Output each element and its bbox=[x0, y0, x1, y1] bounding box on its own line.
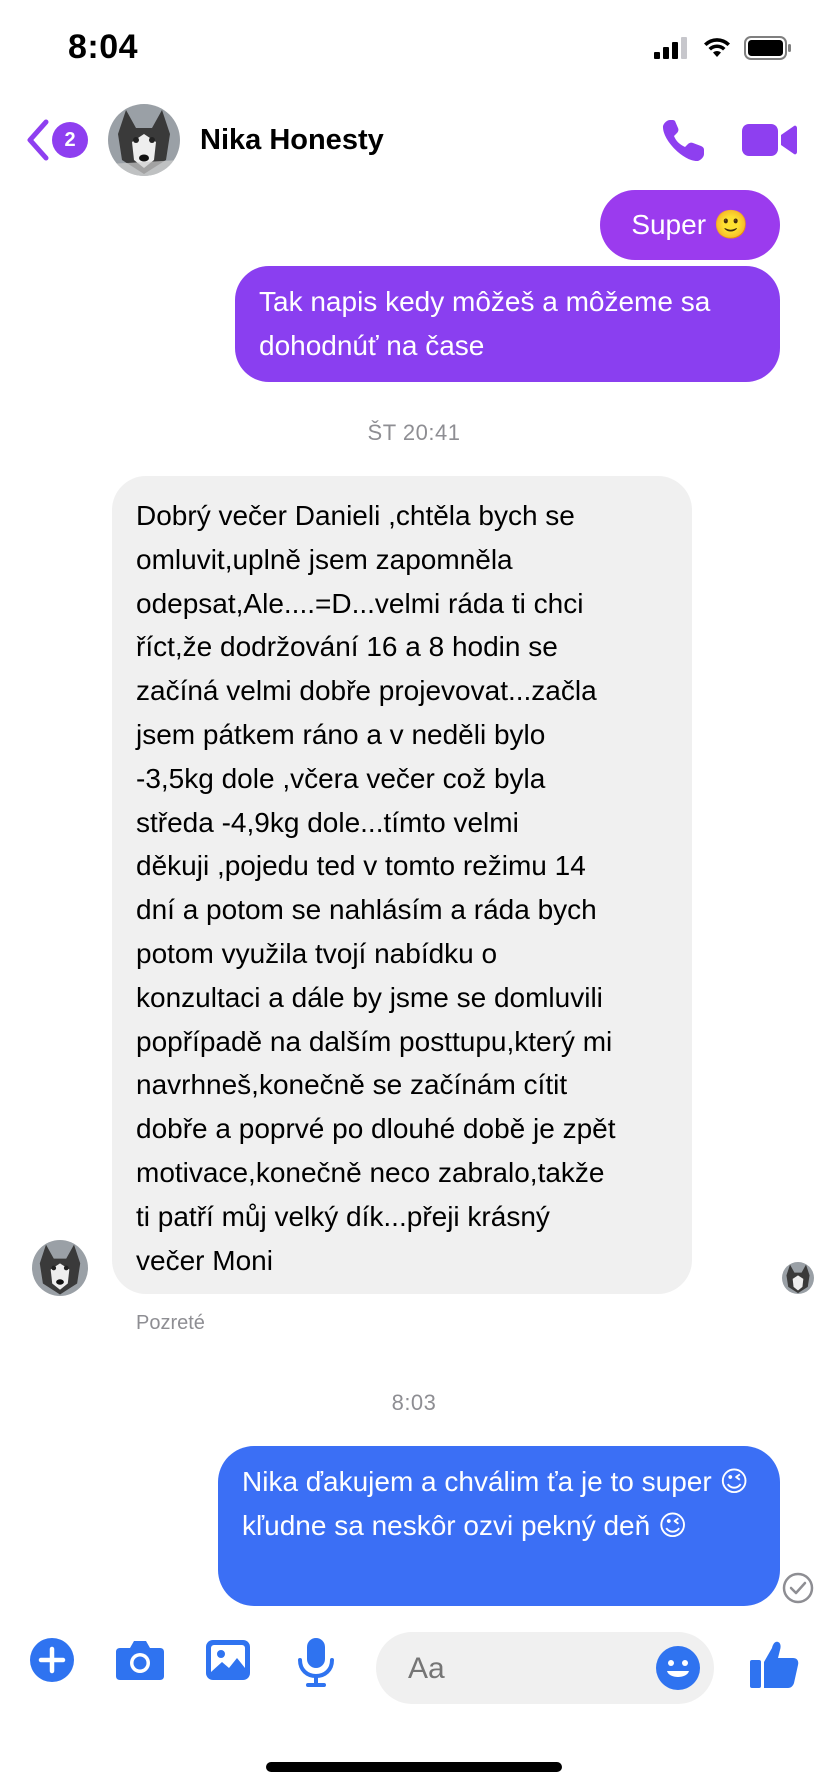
status-time: 8:04 bbox=[68, 28, 139, 66]
read-receipt-avatar bbox=[782, 1262, 814, 1294]
outgoing-message[interactable]: Super 🙂 bbox=[600, 190, 780, 260]
battery-icon bbox=[744, 36, 791, 60]
message-line: začíná velmi dobře projevovat...začla bbox=[136, 675, 597, 707]
voice-message-button[interactable] bbox=[292, 1636, 344, 1688]
status-icons bbox=[654, 36, 792, 60]
wifi-icon bbox=[704, 38, 730, 57]
more-actions-button[interactable] bbox=[28, 1636, 80, 1688]
like-button[interactable] bbox=[748, 1638, 802, 1692]
husky-avatar-icon bbox=[32, 1240, 88, 1296]
gallery-button[interactable] bbox=[204, 1636, 256, 1688]
message-input[interactable] bbox=[406, 1632, 630, 1706]
outgoing-message[interactable]: Tak napis kedy môžeš a môžeme sa dohodnú… bbox=[235, 266, 780, 382]
signal-icon bbox=[654, 37, 687, 59]
chevron-left-icon bbox=[27, 119, 49, 161]
plus-circle-icon bbox=[30, 1638, 74, 1682]
smiley-icon bbox=[656, 1646, 700, 1690]
message-line: omluvit,uplně jsem zapomněla bbox=[136, 543, 513, 575]
seen-label: Pozreté bbox=[136, 1312, 205, 1334]
message-line: děkuji ,pojedu ted v tomto režimu 14 bbox=[136, 850, 586, 882]
message-line: -3,5kg dole ,včera večer což byla bbox=[136, 762, 546, 794]
husky-avatar-icon bbox=[108, 104, 180, 176]
message-text: Nika ďakujem a chválim ťa je to super 😉 … bbox=[242, 1466, 749, 1541]
timestamp: ŠT 20:41 bbox=[367, 420, 461, 445]
message-line: popřípadě na dalším posttupu,který mi bbox=[136, 1025, 613, 1057]
message-line: potom využila tvojí nabídku o bbox=[136, 937, 498, 969]
video-camera-icon bbox=[742, 124, 797, 156]
voice-call-button[interactable] bbox=[658, 116, 708, 166]
microphone-icon bbox=[298, 1638, 334, 1687]
message-line: konzultaci a dále by jsme se domluvili bbox=[136, 981, 603, 1013]
camera-icon bbox=[116, 1641, 164, 1680]
outgoing-message[interactable]: Nika ďakujem a chválim ťa je to super 😉 … bbox=[218, 1446, 780, 1606]
contact-name[interactable]: Nika Honesty bbox=[200, 124, 384, 157]
husky-avatar-icon bbox=[782, 1262, 814, 1294]
message-line: ti patří můj velký dík...přeji krásný bbox=[136, 1200, 550, 1232]
video-call-button[interactable] bbox=[740, 118, 798, 162]
check-circle-icon bbox=[782, 1572, 814, 1604]
contact-avatar[interactable] bbox=[108, 104, 180, 176]
message-line: odepsat,Ale....=D...velmi ráda ti chci bbox=[136, 587, 584, 619]
sender-avatar[interactable] bbox=[32, 1240, 88, 1296]
phone-icon bbox=[662, 120, 704, 162]
home-indicator bbox=[266, 1762, 562, 1772]
message-line: motivace,konečně neco zabralo,takže bbox=[136, 1156, 605, 1188]
emoji-button[interactable] bbox=[654, 1644, 702, 1692]
message-line: večer Moni bbox=[136, 1244, 273, 1276]
message-line: dní a potom se nahlásím a ráda bych bbox=[136, 894, 597, 926]
message-text: Super 🙂 bbox=[631, 209, 749, 240]
message-line: dobře a poprvé po dlouhé době je zpět bbox=[136, 1113, 616, 1145]
message-line: středa -4,9kg dole...tímto velmi bbox=[136, 806, 519, 838]
message-line: navrhneš,konečně se začínám cítit bbox=[136, 1069, 568, 1101]
image-icon bbox=[206, 1640, 250, 1680]
delivered-icon bbox=[782, 1572, 814, 1604]
message-line: Dobrý večer Danieli ,chtěla bych se bbox=[136, 500, 575, 531]
message-text: Tak napis kedy môžeš a môžeme sa dohodnú… bbox=[259, 286, 711, 361]
thumbs-up-icon bbox=[750, 1641, 799, 1688]
camera-button[interactable] bbox=[114, 1636, 166, 1688]
message-line: jsem pátkem ráno a v neděli bylo bbox=[136, 718, 546, 750]
incoming-message[interactable]: Dobrý večer Danieli ,chtěla bych se omlu… bbox=[112, 476, 692, 1294]
message-line: říct,že dodržování 16 a 8 hodin se bbox=[136, 631, 558, 663]
status-bar: 8:04 bbox=[0, 0, 828, 100]
timestamp: 8:03 bbox=[391, 1390, 437, 1415]
unread-badge: 2 bbox=[52, 122, 88, 158]
